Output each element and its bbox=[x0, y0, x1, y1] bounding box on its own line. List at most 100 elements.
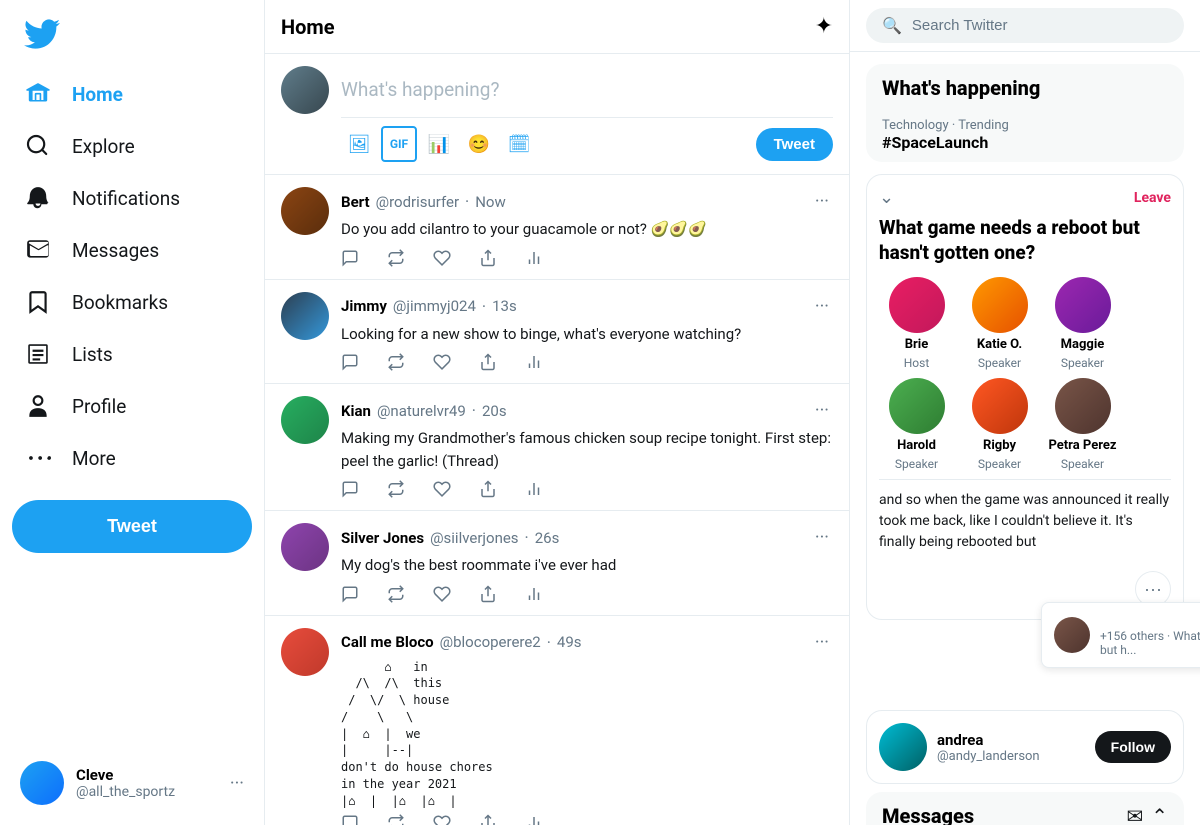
speaker-role: Host bbox=[904, 356, 930, 370]
sidebar-item-bookmarks[interactable]: Bookmarks bbox=[12, 276, 252, 328]
stats-button[interactable] bbox=[525, 814, 543, 825]
stats-button[interactable] bbox=[525, 480, 543, 498]
tweet-content: Jimmy @jimmyj024 · 13s ··· Looking for a… bbox=[341, 292, 833, 372]
poll-icon[interactable]: 📊 bbox=[421, 126, 457, 162]
share-button[interactable] bbox=[479, 814, 497, 825]
tweet-separator: · bbox=[482, 297, 486, 316]
reply-button[interactable] bbox=[341, 814, 359, 825]
share-button[interactable] bbox=[479, 480, 497, 498]
tweet-more-icon[interactable]: ··· bbox=[811, 187, 833, 216]
sidebar-item-profile[interactable]: Profile bbox=[12, 380, 252, 432]
toast-subtext: +156 others · What game needs a reboot b… bbox=[1100, 629, 1200, 657]
tweet-item[interactable]: Silver Jones @siilverjones · 26s ··· My … bbox=[265, 511, 849, 616]
speaker-item[interactable]: Rigby Speaker bbox=[962, 378, 1037, 471]
stats-button[interactable] bbox=[525, 585, 543, 603]
sidebar-label-messages: Messages bbox=[72, 239, 159, 262]
retweet-button[interactable] bbox=[387, 585, 405, 603]
spaces-collapse-icon[interactable]: ⌄ bbox=[879, 187, 894, 208]
retweet-button[interactable] bbox=[387, 249, 405, 267]
compose-icons: 🖼 GIF 📊 😊 🗓 bbox=[341, 126, 537, 162]
like-button[interactable] bbox=[433, 249, 451, 267]
schedule-icon[interactable]: 🗓 bbox=[501, 126, 537, 162]
share-button[interactable] bbox=[479, 249, 497, 267]
tweet-author-name: Silver Jones bbox=[341, 529, 424, 547]
tweet-more-icon[interactable]: ··· bbox=[811, 292, 833, 321]
collapse-messages-icon[interactable]: ⌃ bbox=[1151, 804, 1168, 825]
sidebar-item-more[interactable]: More bbox=[12, 432, 252, 484]
reply-button[interactable] bbox=[341, 585, 359, 603]
tweet-item[interactable]: Bert @rodrisurfer · Now ··· Do you add c… bbox=[265, 175, 849, 280]
sidebar-label-more: More bbox=[72, 447, 116, 470]
speaker-role: Speaker bbox=[1061, 457, 1104, 471]
tweet-actions bbox=[341, 249, 833, 267]
bottom-user-handle: @all_the_sportz bbox=[76, 784, 218, 800]
tweet-header: Silver Jones @siilverjones · 26s ··· bbox=[341, 523, 833, 552]
follow-avatar bbox=[879, 723, 927, 771]
tweet-text: My dog's the best roommate i've ever had bbox=[341, 554, 833, 577]
tweet-item[interactable]: Call me Bloco @blocoperere2 · 49s ··· ⌂ … bbox=[265, 616, 849, 825]
search-input[interactable] bbox=[912, 17, 1168, 34]
speaker-item[interactable]: Petra Perez Speaker bbox=[1045, 378, 1120, 471]
stats-button[interactable] bbox=[525, 249, 543, 267]
tweet-item[interactable]: Kian @naturelvr49 · 20s ··· Making my Gr… bbox=[265, 384, 849, 511]
spaces-leave-button[interactable]: Leave bbox=[1134, 190, 1171, 206]
sidebar-item-lists[interactable]: Lists bbox=[12, 328, 252, 380]
tweet-separator: · bbox=[465, 192, 469, 211]
reply-button[interactable] bbox=[341, 353, 359, 371]
speaker-item[interactable]: Harold Speaker bbox=[879, 378, 954, 471]
gif-icon[interactable]: GIF bbox=[381, 126, 417, 162]
sidebar-item-messages[interactable]: Messages bbox=[12, 224, 252, 276]
tweet-author-handle: @rodrisurfer bbox=[376, 193, 459, 211]
compose-tweet-button[interactable]: Tweet bbox=[756, 128, 833, 161]
tweet-avatar bbox=[281, 292, 329, 340]
tweet-meta: Call me Bloco @blocoperere2 · 49s bbox=[341, 633, 582, 652]
retweet-button[interactable] bbox=[387, 480, 405, 498]
speaker-item[interactable]: Maggie Speaker bbox=[1045, 277, 1120, 370]
twitter-logo[interactable] bbox=[12, 8, 252, 64]
home-icon bbox=[24, 80, 52, 108]
reply-button[interactable] bbox=[341, 249, 359, 267]
retweet-button[interactable] bbox=[387, 814, 405, 825]
tweet-time: 20s bbox=[482, 402, 507, 420]
speaker-item[interactable]: Brie Host bbox=[879, 277, 954, 370]
tweet-content: Kian @naturelvr49 · 20s ··· Making my Gr… bbox=[341, 396, 833, 498]
speaker-name: Harold bbox=[897, 438, 936, 453]
sidebar-item-notifications[interactable]: Notifications bbox=[12, 172, 252, 224]
stats-button[interactable] bbox=[525, 353, 543, 371]
tweet-meta: Jimmy @jimmyj024 · 13s bbox=[341, 297, 517, 316]
tweet-time: 49s bbox=[557, 633, 582, 651]
sidebar-tweet-button[interactable]: Tweet bbox=[12, 500, 252, 553]
like-button[interactable] bbox=[433, 814, 451, 825]
sparkle-icon[interactable]: ✦ bbox=[815, 14, 833, 39]
share-button[interactable] bbox=[479, 585, 497, 603]
tweet-item[interactable]: Jimmy @jimmyj024 · 13s ··· Looking for a… bbox=[265, 280, 849, 385]
like-button[interactable] bbox=[433, 585, 451, 603]
tweet-avatar bbox=[281, 187, 329, 235]
retweet-button[interactable] bbox=[387, 353, 405, 371]
tweet-more-icon[interactable]: ··· bbox=[811, 396, 833, 425]
tweet-avatar bbox=[281, 523, 329, 571]
speaker-item[interactable]: Katie O. Speaker bbox=[962, 277, 1037, 370]
tweet-header: Bert @rodrisurfer · Now ··· bbox=[341, 187, 833, 216]
new-message-icon[interactable]: ✉ bbox=[1126, 804, 1143, 825]
spaces-card: ⌄ Leave What game needs a reboot but has… bbox=[866, 174, 1184, 620]
tweet-meta: Silver Jones @siilverjones · 26s bbox=[341, 528, 559, 547]
compose-right: What's happening? 🖼 GIF 📊 😊 🗓 Tweet bbox=[341, 66, 833, 162]
image-icon[interactable]: 🖼 bbox=[341, 126, 377, 162]
trending-item[interactable]: Technology · Trending #SpaceLaunch bbox=[866, 108, 1184, 162]
like-button[interactable] bbox=[433, 480, 451, 498]
tweet-more-icon[interactable]: ··· bbox=[811, 628, 833, 657]
share-button[interactable] bbox=[479, 353, 497, 371]
speaker-name: Katie O. bbox=[977, 337, 1022, 352]
compose-placeholder[interactable]: What's happening? bbox=[341, 66, 833, 118]
user-profile-bottom[interactable]: Cleve @all_the_sportz ··· bbox=[12, 749, 252, 817]
like-button[interactable] bbox=[433, 353, 451, 371]
sidebar-item-home[interactable]: Home bbox=[12, 68, 252, 120]
follow-button[interactable]: Follow bbox=[1095, 731, 1171, 763]
tweet-more-icon[interactable]: ··· bbox=[811, 523, 833, 552]
reply-button[interactable] bbox=[341, 480, 359, 498]
sidebar-item-explore[interactable]: Explore bbox=[12, 120, 252, 172]
emoji-icon[interactable]: 😊 bbox=[461, 126, 497, 162]
tweet-author-handle: @blocoperere2 bbox=[440, 633, 541, 651]
compose-avatar bbox=[281, 66, 329, 114]
